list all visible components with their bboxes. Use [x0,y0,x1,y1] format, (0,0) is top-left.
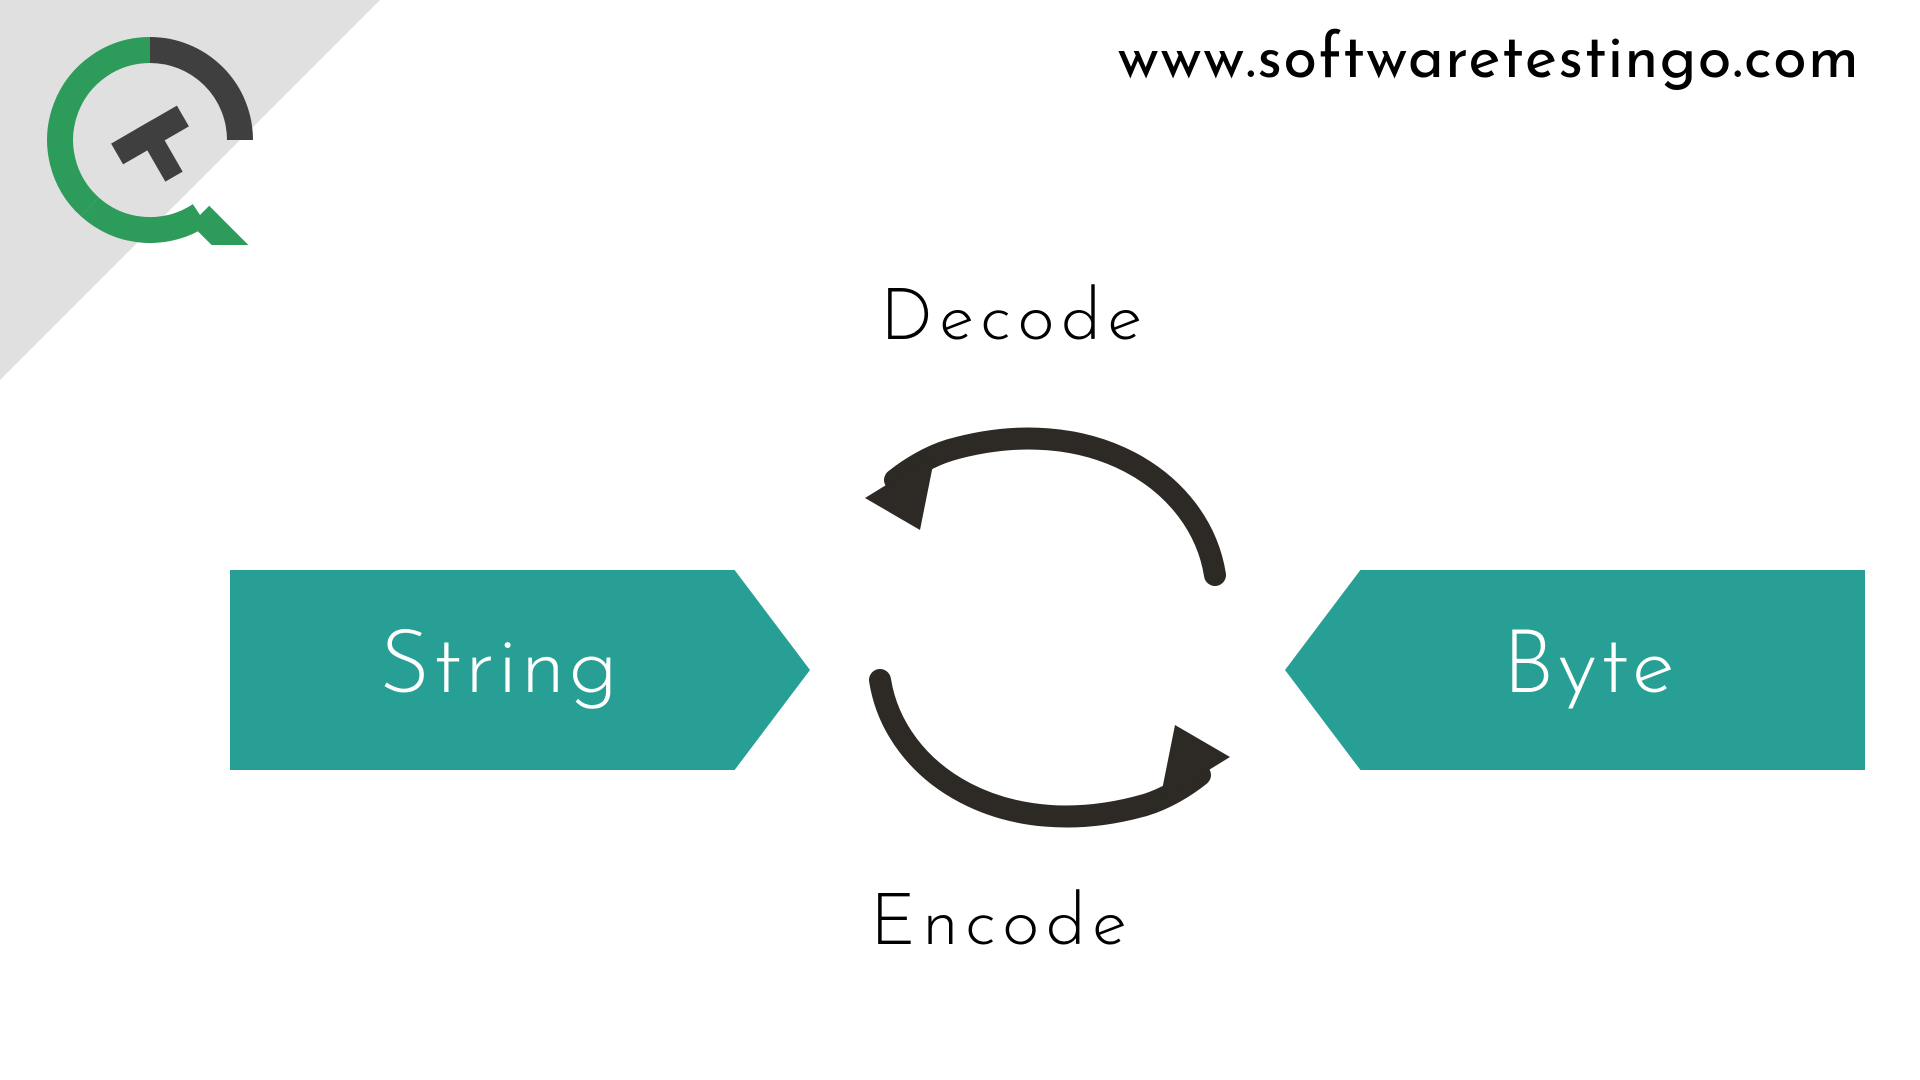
string-box: String [230,570,810,770]
website-url: www.softwaretestingo.com [1117,30,1860,93]
circular-arrows-icon [820,380,1280,880]
logo [45,35,255,245]
decode-label: Decode [880,285,1148,357]
string-label: String [379,626,621,714]
conversion-diagram: Decode String Byte Encode [0,280,1920,980]
byte-box: Byte [1285,570,1865,770]
encode-label: Encode [870,890,1133,962]
byte-label: Byte [1502,626,1677,714]
